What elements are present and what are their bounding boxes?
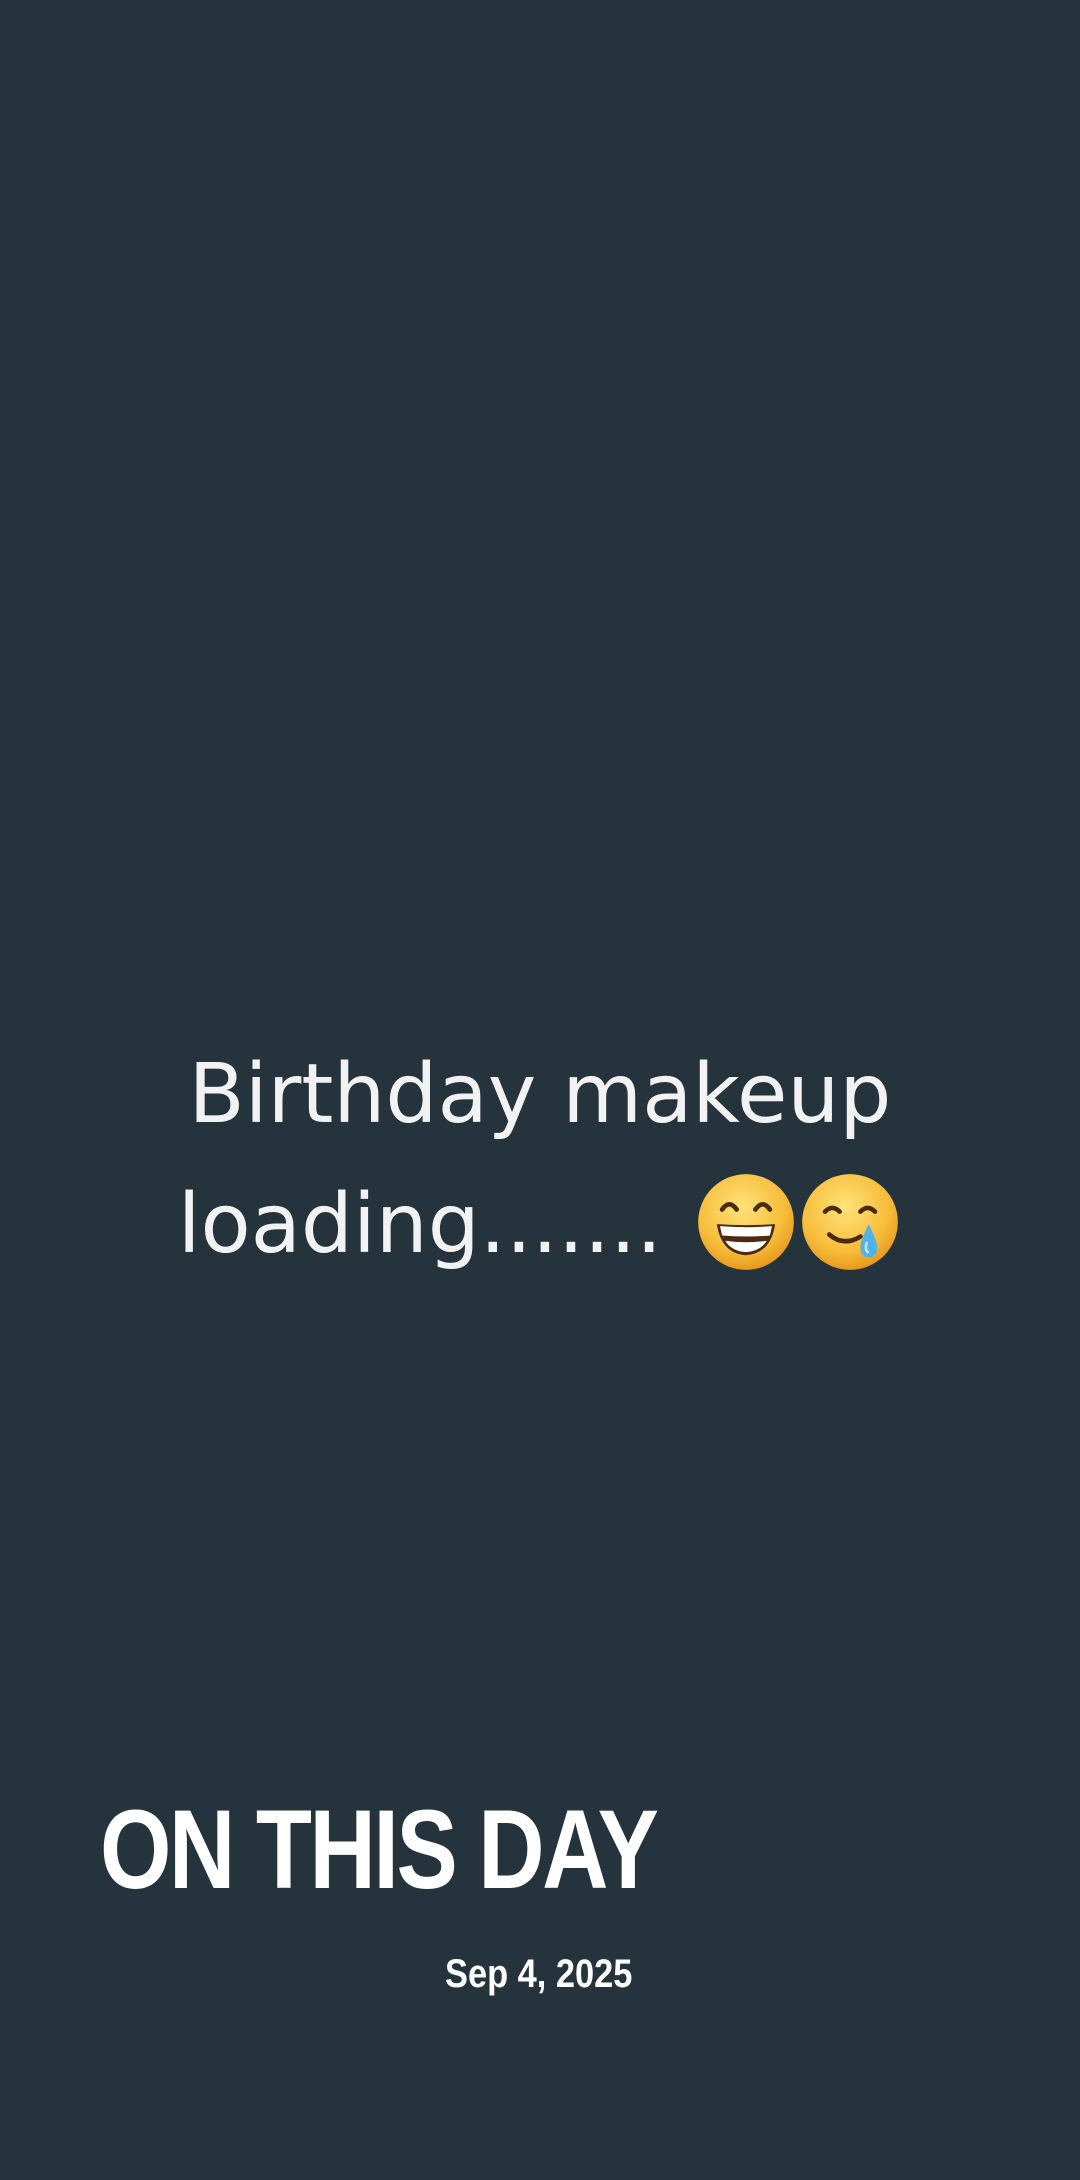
story-caption-line-2: loading....... xyxy=(0,1160,1080,1290)
smiling-face-with-tear-icon xyxy=(802,1174,899,1270)
on-this-day-heading: ON THIS DAY xyxy=(100,1787,659,1912)
story-caption-loading-text: loading....... xyxy=(177,1177,663,1272)
beaming-face-with-smiling-eyes-icon xyxy=(698,1174,795,1270)
story-caption: Birthday makeup loading....... xyxy=(0,1030,1080,1290)
memory-date: Sep 4, 2025 xyxy=(445,1952,633,1996)
story-caption-line-1: Birthday makeup xyxy=(188,1047,892,1142)
